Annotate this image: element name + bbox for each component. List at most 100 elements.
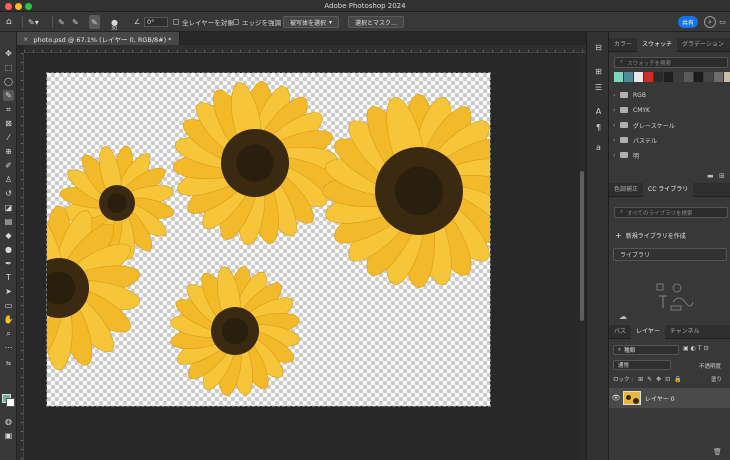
background-color-swatch[interactable] [6,398,15,407]
zoom-tool-icon[interactable]: ⌕ [3,328,14,339]
frame-tool-icon[interactable]: ⊠ [3,118,14,129]
tool-preset-icon[interactable]: ✎▾ [28,15,39,29]
lasso-tool-icon[interactable]: ◯ [3,76,14,87]
color-swatch[interactable] [664,72,673,82]
search-icon[interactable]: ⌕ [704,16,716,28]
color-swatch[interactable] [724,72,730,82]
add-selection-icon[interactable]: ✎ [72,15,79,29]
select-subject-button[interactable]: 被写体を選択 ▾ [283,16,340,28]
hand-tool-icon[interactable]: ✋ [3,314,14,325]
tab-swatches[interactable]: スウォッチ [637,38,678,52]
swap-colors-icon[interactable]: ⇆ [3,358,14,369]
new-swatch-icon[interactable]: ⊞ [719,172,725,180]
color-swatch[interactable] [714,72,723,82]
tab-adjustments[interactable]: 色調補正 [609,183,643,197]
tab-layers[interactable]: レイヤー [631,325,665,339]
delete-layer-icon[interactable]: 🗑 [713,448,722,456]
eyedropper-tool-icon[interactable]: ⁄ [3,132,14,143]
blend-mode-select[interactable]: 通常 [613,360,671,370]
library-empty-illustration-icon [656,283,694,311]
share-button[interactable]: 共有 [678,16,698,28]
brush-tool-icon[interactable]: ✐ [3,160,14,171]
screen-mode-icon[interactable]: ▣ [3,430,14,441]
angle-input[interactable]: 0° [144,17,168,27]
swatch-group-rgb[interactable]: › RGB [613,90,646,100]
select-and-mask-button[interactable]: 選択とマスク... [348,16,404,28]
layer-filter-select[interactable]: ⌕ 種類 [613,345,679,355]
swatch-group-cmyk[interactable]: › CMYK [613,105,650,115]
library-search-input[interactable]: ⌕ すべてのライブラリを検索 [614,207,728,218]
crop-tool-icon[interactable]: ⌗ [3,104,14,115]
history-icon[interactable]: ⊟ [593,42,604,53]
clone-stamp-tool-icon[interactable]: ♙ [3,174,14,185]
color-swatch[interactable] [624,72,633,82]
right-panels: カラー スウォッチ グラデーション パタ ⌕スウォッチを検索 ›RGB ›CMY… [609,32,730,460]
color-swatch[interactable] [674,72,683,82]
color-swatch[interactable] [704,72,713,82]
paragraph-icon[interactable]: ¶ [593,122,604,133]
vertical-scrollbar[interactable] [578,53,586,460]
color-swatch[interactable] [694,72,703,82]
adjustments-icon[interactable]: ☰ [593,82,604,93]
create-library-button[interactable]: + 新規ライブラリを作成 [615,231,686,240]
pen-tool-icon[interactable]: ✒ [3,258,14,269]
tab-cc-libraries[interactable]: CC ライブラリ [643,183,694,197]
layer-row[interactable]: 👁 レイヤー 0 [609,388,730,408]
path-selection-tool-icon[interactable]: ➤ [3,286,14,297]
cloud-icon[interactable]: ☁ [619,312,627,321]
scrollbar-thumb[interactable] [580,171,584,321]
new-selection-icon[interactable]: ✎ [58,15,65,29]
healing-brush-tool-icon[interactable]: ⊕ [3,146,14,157]
folder-icon [620,122,628,128]
tab-gradients[interactable]: グラデーション [677,38,729,52]
tab-paths[interactable]: パス [609,325,631,339]
history-brush-tool-icon[interactable]: ↺ [3,188,14,199]
enhance-edge-checkbox[interactable]: エッジを強調 [233,15,281,29]
blur-tool-icon[interactable]: ◆ [3,230,14,241]
select-subject-label: 被写体を選択 [290,19,327,27]
sunflowers-image [47,81,490,396]
layer-name[interactable]: レイヤー 0 [645,394,675,403]
folder-icon [620,92,628,98]
image-canvas[interactable] [46,72,491,407]
move-tool-icon[interactable]: ✥ [3,48,14,59]
properties-icon[interactable]: ⊞ [593,66,604,77]
marquee-tool-icon[interactable]: ⬚ [3,62,14,73]
home-icon[interactable]: ⌂ [6,15,12,29]
type-tool-icon[interactable]: T [3,272,14,283]
library-dropdown[interactable]: ライブラリ [613,248,727,261]
eraser-tool-icon[interactable]: ◪ [3,202,14,213]
create-library-label: 新規ライブラリを作成 [625,233,686,240]
color-swatch[interactable] [654,72,663,82]
swatch-search-input[interactable]: ⌕ スウォッチを検索 [614,57,728,68]
tab-channels[interactable]: チャンネル [665,325,705,339]
color-swatch[interactable] [644,72,653,82]
swatch-group-light[interactable]: › 明 [613,150,639,160]
subtract-selection-icon[interactable]: ✎ [89,15,100,29]
tab-color[interactable]: カラー [609,38,637,52]
dodge-tool-icon[interactable]: ● [3,244,14,255]
color-swatch[interactable] [634,72,643,82]
swatch-group-label: 明 [633,152,640,160]
color-swatch[interactable] [684,72,693,82]
visibility-eye-icon[interactable]: 👁 [609,394,623,402]
close-tab-icon[interactable]: × [23,35,28,43]
vertical-ruler [17,53,24,460]
more-tools-icon[interactable]: ⋯ [3,342,14,353]
color-swatch[interactable] [614,72,623,82]
angle-icon[interactable]: ∠ [134,15,140,29]
swatch-group-pastel[interactable]: › パステル [613,135,657,145]
lock-icons[interactable]: ⊞✎✥⊡🔒 [638,376,686,383]
gradient-tool-icon[interactable]: ▤ [3,216,14,227]
swatch-group-grayscale[interactable]: › グレースケール [613,120,675,130]
quick-selection-tool-icon[interactable]: ✎ [3,90,14,101]
glyphs-icon[interactable]: a [593,142,604,153]
layer-filter-icons[interactable]: ▣◐T⊡ [683,345,711,352]
document-tab[interactable]: × photo.psd @ 67.1% (レイヤー 0, RGB/8#) * [17,32,181,45]
character-icon[interactable]: A [593,106,604,117]
quick-mask-icon[interactable]: ◍ [3,416,14,427]
sample-all-layers-checkbox[interactable]: 全レイヤーを対象 [173,15,234,29]
workspace-icon[interactable]: ▭ [717,16,728,28]
rectangle-tool-icon[interactable]: ▭ [3,300,14,311]
new-group-folder-icon[interactable]: ▬ [707,172,714,180]
